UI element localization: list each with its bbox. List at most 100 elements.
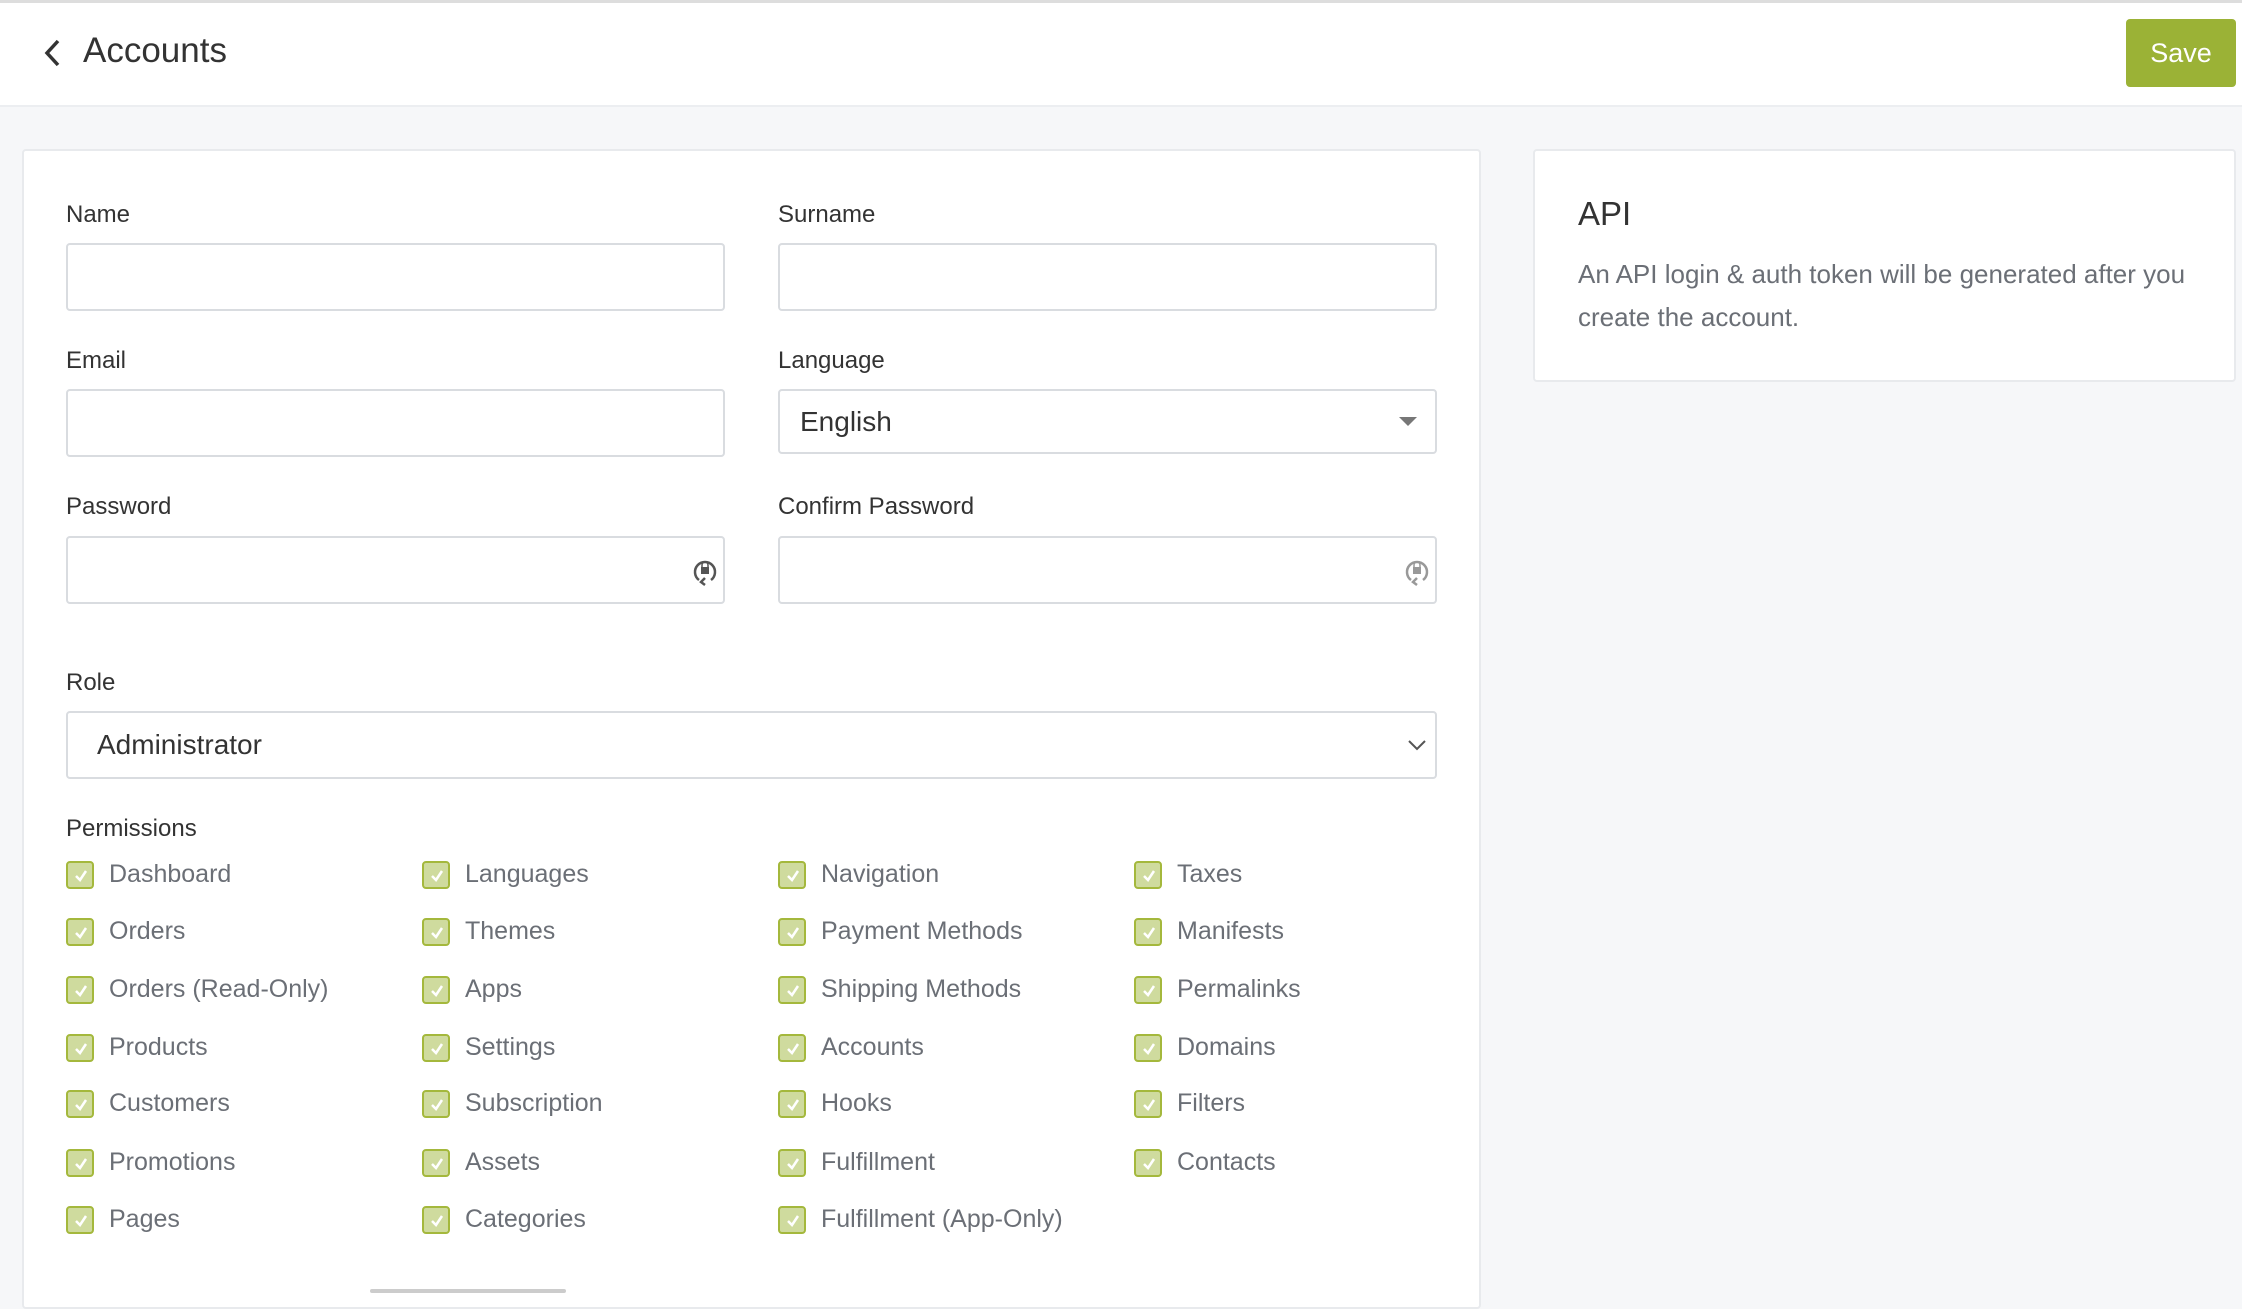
permission-checkbox[interactable] xyxy=(66,918,94,946)
surname-label: Surname xyxy=(778,201,876,228)
permissions-label: Permissions xyxy=(66,815,197,842)
permission-label: Contacts xyxy=(1177,1148,1276,1176)
api-description: An API login & auth token will be genera… xyxy=(1578,259,2186,332)
permission-checkbox[interactable] xyxy=(422,1034,450,1062)
permission-checkbox[interactable] xyxy=(422,1090,450,1118)
password-label: Password xyxy=(66,493,172,520)
permission-label: Languages xyxy=(465,860,589,888)
password-input[interactable] xyxy=(66,536,725,604)
language-label: Language xyxy=(778,347,885,374)
permission-label: Orders (Read-Only) xyxy=(109,975,329,1003)
permission-checkbox[interactable] xyxy=(778,918,806,946)
checkmark-icon xyxy=(787,927,800,939)
checkmark-icon xyxy=(1143,1099,1156,1111)
checkmark-icon xyxy=(431,1158,444,1170)
permission-label: Products xyxy=(109,1033,208,1061)
permission-checkbox[interactable] xyxy=(66,861,94,889)
permission-checkbox[interactable] xyxy=(422,1206,450,1234)
chevron-left-icon xyxy=(44,39,60,67)
permission-checkbox[interactable] xyxy=(1134,1034,1162,1062)
permission-label: Taxes xyxy=(1177,860,1243,888)
permission-label: Customers xyxy=(109,1089,230,1117)
permission-label: Filters xyxy=(1177,1089,1246,1117)
checkmark-icon xyxy=(1143,927,1156,939)
permission-checkbox[interactable] xyxy=(422,976,450,1004)
permission-checkbox[interactable] xyxy=(778,1034,806,1062)
permission-label: Hooks xyxy=(821,1089,892,1117)
checkmark-icon xyxy=(431,927,444,939)
checkmark-icon xyxy=(75,1043,88,1055)
checkmark-icon xyxy=(75,927,88,939)
chevron-down-icon xyxy=(1408,740,1426,751)
permission-checkbox[interactable] xyxy=(422,1149,450,1177)
role-select[interactable]: Administrator xyxy=(66,711,1437,779)
permission-label: Payment Methods xyxy=(821,917,1023,945)
permission-label: Subscription xyxy=(465,1089,603,1117)
permission-checkbox[interactable] xyxy=(778,1149,806,1177)
permission-checkbox[interactable] xyxy=(778,1206,806,1234)
permission-checkbox[interactable] xyxy=(1134,861,1162,889)
caret-down-icon xyxy=(1399,417,1417,426)
checkmark-icon xyxy=(431,1215,444,1227)
permission-checkbox[interactable] xyxy=(1134,1149,1162,1177)
permission-checkbox[interactable] xyxy=(422,918,450,946)
page-title: Accounts xyxy=(83,31,227,70)
permission-label: Categories xyxy=(465,1205,586,1233)
role-label: Role xyxy=(66,669,116,696)
permission-label: Promotions xyxy=(109,1148,236,1176)
checkmark-icon xyxy=(75,870,88,882)
checkmark-icon xyxy=(431,985,444,997)
save-button[interactable]: Save xyxy=(2126,19,2236,87)
checkmark-icon xyxy=(787,1215,800,1227)
permission-checkbox[interactable] xyxy=(1134,1090,1162,1118)
checkmark-icon xyxy=(787,870,800,882)
permission-label: Permalinks xyxy=(1177,975,1301,1003)
back-button[interactable] xyxy=(40,35,66,71)
permission-checkbox[interactable] xyxy=(778,861,806,889)
api-card: API An API login & auth token will be ge… xyxy=(1533,149,2236,382)
surname-input[interactable] xyxy=(778,243,1437,311)
permission-checkbox[interactable] xyxy=(66,976,94,1004)
checkmark-icon xyxy=(1143,1043,1156,1055)
permission-checkbox[interactable] xyxy=(422,861,450,889)
permission-label: Pages xyxy=(109,1205,180,1233)
permission-label: Themes xyxy=(465,917,556,945)
permission-checkbox[interactable] xyxy=(66,1090,94,1118)
permission-checkbox[interactable] xyxy=(66,1034,94,1062)
checkmark-icon xyxy=(431,1099,444,1111)
permission-checkbox[interactable] xyxy=(66,1149,94,1177)
checkmark-icon xyxy=(431,870,444,882)
permission-label: Shipping Methods xyxy=(821,975,1022,1003)
confirm-password-input[interactable] xyxy=(778,536,1437,604)
name-input[interactable] xyxy=(66,243,725,311)
name-label: Name xyxy=(66,201,131,228)
permission-checkbox[interactable] xyxy=(778,976,806,1004)
permission-label: Fulfillment (App-Only) xyxy=(821,1205,1063,1233)
permission-label: Assets xyxy=(465,1148,541,1176)
generate-password-icon[interactable] xyxy=(1403,556,1431,586)
checkmark-icon xyxy=(787,1099,800,1111)
checkmark-icon xyxy=(75,1099,88,1111)
language-value: English xyxy=(800,406,892,437)
checkmark-icon xyxy=(75,1215,88,1227)
checkmark-icon xyxy=(431,1043,444,1055)
email-input[interactable] xyxy=(66,389,725,457)
checkmark-icon xyxy=(787,1158,800,1170)
permission-label: Fulfillment xyxy=(821,1148,935,1176)
language-select[interactable]: English xyxy=(778,389,1437,454)
permission-label: Domains xyxy=(1177,1033,1276,1061)
permission-checkbox[interactable] xyxy=(1134,918,1162,946)
permission-label: Settings xyxy=(465,1033,556,1061)
confirm-password-label: Confirm Password xyxy=(778,493,975,520)
permission-label: Apps xyxy=(465,975,522,1003)
permission-checkbox[interactable] xyxy=(1134,976,1162,1004)
generate-password-icon[interactable] xyxy=(691,556,719,586)
checkmark-icon xyxy=(787,1043,800,1055)
permission-checkbox[interactable] xyxy=(778,1090,806,1118)
checkmark-icon xyxy=(1143,870,1156,882)
permission-label: Accounts xyxy=(821,1033,924,1061)
permission-checkbox[interactable] xyxy=(66,1206,94,1234)
checkmark-icon xyxy=(1143,1158,1156,1170)
permission-label: Navigation xyxy=(821,860,940,888)
checkmark-icon xyxy=(787,985,800,997)
